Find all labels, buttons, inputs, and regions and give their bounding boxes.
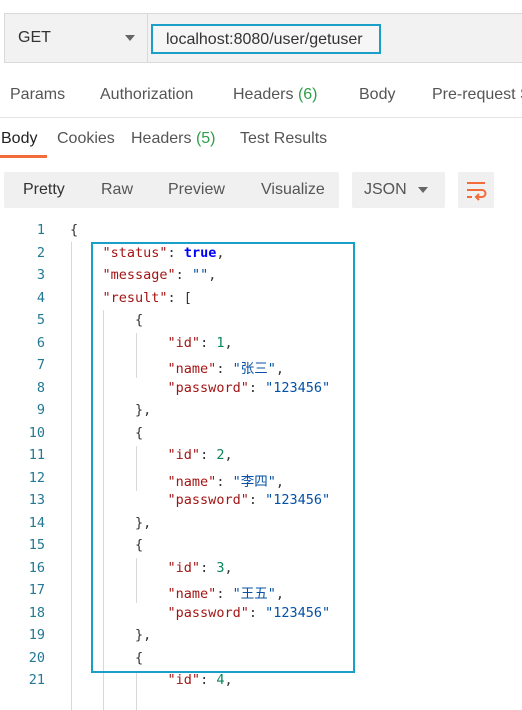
response-tab-body-label: Body: [1, 130, 38, 147]
code-line: 21 "id": 4,: [0, 672, 522, 695]
line-number: 21: [28, 672, 45, 688]
line-number: 9: [36, 402, 45, 418]
tab-authorization-label: Authorization: [100, 86, 194, 103]
url-input[interactable]: localhost:8080/user/getuser: [151, 24, 381, 54]
tab-params[interactable]: Params: [10, 86, 65, 104]
line-number: 13: [28, 492, 45, 508]
response-tab-headers-label: Headers: [131, 130, 192, 147]
tab-body-label: Body: [359, 86, 396, 103]
line-number: 10: [28, 424, 45, 441]
format-select[interactable]: JSON: [352, 172, 445, 208]
tab-pre-request[interactable]: Pre-request S: [432, 86, 522, 104]
line-number: 14: [28, 514, 45, 531]
tab-body[interactable]: Body: [359, 86, 395, 104]
line-number: 2: [36, 244, 45, 261]
view-mode-bar: Pretty Raw Preview Visualize: [4, 172, 339, 208]
code-token: "id": [167, 672, 201, 688]
response-tab-body[interactable]: Body: [1, 130, 37, 148]
code-token: ,: [224, 672, 233, 688]
line-number: 17: [28, 582, 45, 598]
line-number: 12: [28, 469, 45, 486]
tab-headers[interactable]: Headers (6): [233, 86, 318, 104]
line-number: 18: [28, 604, 45, 621]
tab-params-label: Params: [10, 86, 66, 103]
view-raw-button[interactable]: Raw: [101, 181, 133, 199]
wrap-lines-icon: [467, 182, 487, 201]
line-number: 7: [36, 357, 45, 373]
request-tabs: Params Authorization Headers (6) Body Pr…: [0, 86, 522, 108]
line-number: 11: [28, 447, 45, 463]
line-number: 15: [28, 537, 45, 553]
tab-pre-request-label: Pre-request S: [432, 86, 522, 103]
tab-headers-count: (6): [297, 86, 318, 103]
tab-headers-label: Headers: [233, 86, 294, 103]
response-tabs: Body Cookies Headers (5) Test Results: [0, 128, 522, 158]
line-number: 4: [36, 289, 45, 306]
active-tab-underline: [0, 155, 47, 158]
response-tab-cookies-label: Cookies: [57, 130, 115, 147]
code-text: "id": 4,: [70, 672, 233, 688]
chevron-down-icon: [418, 187, 428, 193]
response-tab-headers[interactable]: Headers (5): [131, 130, 216, 148]
method-select[interactable]: GET: [5, 14, 148, 62]
line-number: 3: [36, 267, 45, 283]
chevron-down-icon: [125, 35, 135, 41]
method-label: GET: [18, 29, 51, 46]
line-number: 6: [36, 334, 45, 351]
highlight-box: [91, 242, 355, 673]
tab-authorization[interactable]: Authorization: [100, 86, 193, 104]
line-number: 19: [28, 627, 45, 643]
line-number: 8: [36, 379, 45, 396]
view-visualize-button[interactable]: Visualize: [261, 181, 325, 199]
code-token: {: [70, 222, 79, 238]
wrap-lines-button[interactable]: [458, 172, 494, 208]
response-tab-cookies[interactable]: Cookies: [57, 130, 115, 148]
request-bar: GET localhost:8080/user/getuser: [4, 13, 522, 63]
divider: [0, 117, 522, 118]
code-token: :: [200, 672, 217, 688]
response-tab-test-results-label: Test Results: [240, 130, 328, 147]
url-value: localhost:8080/user/getuser: [166, 31, 363, 48]
code-text: {: [70, 222, 78, 238]
view-pretty-button[interactable]: Pretty: [23, 181, 65, 199]
line-number: 16: [28, 559, 45, 576]
response-tab-headers-count: (5): [195, 130, 216, 147]
line-number: 20: [28, 649, 45, 666]
format-label: JSON: [364, 181, 407, 198]
line-number: 1: [36, 222, 45, 238]
response-tab-test-results[interactable]: Test Results: [240, 130, 327, 148]
view-preview-button[interactable]: Preview: [168, 181, 225, 199]
line-number: 5: [36, 312, 45, 328]
